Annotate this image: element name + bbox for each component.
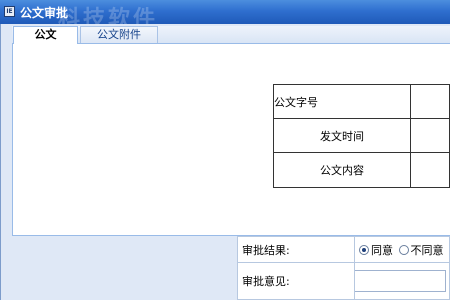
app-window-icon: IE [4, 6, 15, 17]
table-row: 发文时间 [273, 118, 450, 153]
table-row: 公文内容 [273, 152, 450, 188]
radio-agree[interactable]: 同意 [359, 244, 397, 257]
radio-disagree-button[interactable] [398, 244, 409, 255]
issue-time-label: 发文时间 [273, 118, 411, 153]
radio-agree-button[interactable] [359, 244, 369, 255]
content-label: 公文内容 [273, 152, 411, 188]
approval-result-label: 审批结果: [237, 235, 355, 264]
doc-number-label: 公文字号 [273, 84, 411, 119]
radio-disagree[interactable]: 不同意 [398, 243, 444, 257]
approval-result-options: 同意 不同意 [354, 235, 450, 264]
table-row: 审批结果: 同意 不同意 [237, 235, 450, 264]
window-title: 公文审批 [20, 6, 69, 20]
approval-opinion-input[interactable] [354, 270, 446, 293]
table-row: 公文字号 [273, 84, 450, 119]
tab-document-attachments[interactable]: 公文附件 [80, 26, 158, 43]
approval-opinion-cell [354, 262, 450, 300]
table-row: 审批意见: [237, 262, 450, 300]
issue-time-value [410, 118, 450, 153]
document-info-table: 公文字号 发文时间 公文内容 [273, 84, 450, 188]
doc-number-value [410, 84, 450, 119]
approval-form: 审批结果: 同意 不同意 审批意见: [237, 235, 450, 300]
tab-document[interactable]: 公文 [13, 26, 78, 44]
title-bar[interactable]: IE 科技软件 公文审批 [0, 0, 450, 32]
radio-disagree-label: 不同意 [410, 243, 444, 257]
tab-strip: 公文 公文附件 [12, 26, 450, 44]
approval-opinion-label: 审批意见: [237, 262, 355, 300]
content-value [410, 152, 450, 188]
radio-agree-label: 同意 [371, 243, 393, 257]
